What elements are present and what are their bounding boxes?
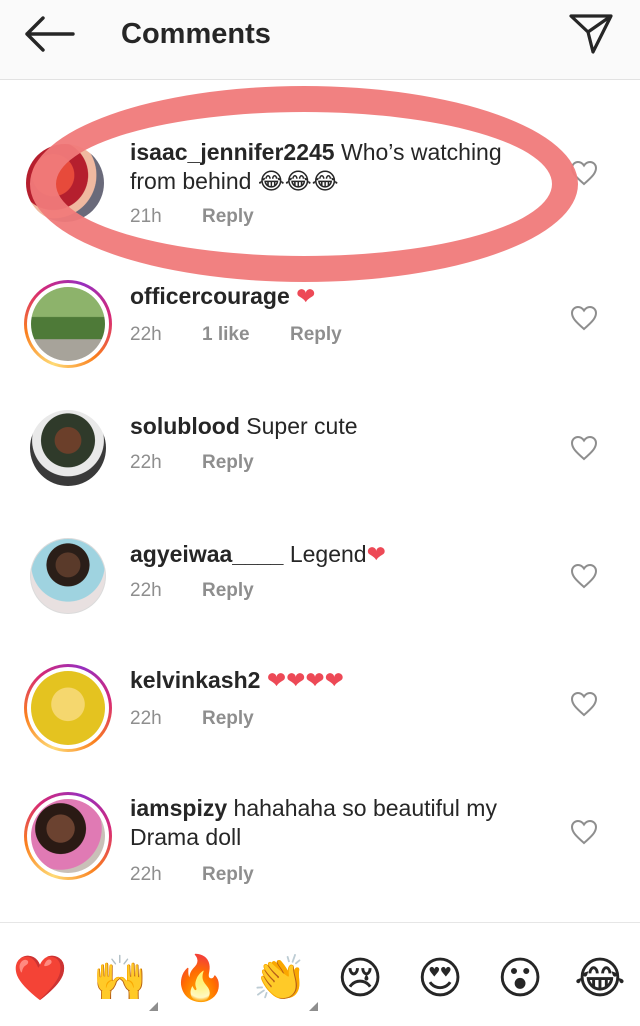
comment-body: Super cute <box>246 413 358 439</box>
comment-body: ❤ <box>296 283 316 309</box>
reply-button[interactable]: Reply <box>202 864 254 886</box>
comment-text: kelvinkash2 ❤❤❤❤ <box>130 666 530 695</box>
comment-username[interactable]: kelvinkash2 <box>130 667 260 693</box>
comment-item: agyeiwaa____ Legend❤ 22h Reply <box>0 536 640 636</box>
like-heart-icon[interactable] <box>568 689 600 719</box>
like-heart-icon[interactable] <box>568 561 600 591</box>
comment-username[interactable]: solublood <box>130 413 240 439</box>
like-count[interactable]: 1 like <box>202 324 290 346</box>
avatar[interactable] <box>30 410 106 486</box>
clapping-hands-emoji-glyph: 👏 <box>252 953 308 1004</box>
heart-emoji[interactable]: ❤️ <box>12 951 68 1007</box>
comment-time: 22h <box>130 708 162 729</box>
emoji-reaction-bar: ❤️ 🙌 🔥 👏 😢 😍 😮 😂 <box>0 922 640 1026</box>
avatar[interactable] <box>24 792 112 880</box>
comment-username[interactable]: agyeiwaa____ <box>130 541 283 567</box>
comment-time: 22h <box>130 864 162 885</box>
comment-time: 22h <box>130 324 162 345</box>
comment-item: officercourage ❤ 22h 1 like Reply <box>0 278 640 378</box>
clapping-hands-emoji[interactable]: 👏 <box>252 951 318 1011</box>
comment-username[interactable]: officercourage <box>130 283 290 309</box>
reply-button[interactable]: Reply <box>202 452 254 474</box>
comment-text: iamspizy hahahaha so beautiful my Drama … <box>130 794 530 852</box>
surprised-face-emoji[interactable]: 😮 <box>492 951 548 1007</box>
reply-button[interactable]: Reply <box>202 206 254 228</box>
back-arrow-icon[interactable] <box>22 14 76 54</box>
comment-username[interactable]: isaac_jennifer2245 <box>130 139 335 165</box>
avatar[interactable] <box>26 144 104 222</box>
comment-item: isaac_jennifer2245 Who’s watching from b… <box>0 138 640 250</box>
raised-hands-emoji-glyph: 🙌 <box>92 953 148 1004</box>
like-heart-icon[interactable] <box>568 303 600 333</box>
comment-meta: 21h Reply <box>130 206 254 228</box>
direct-send-icon[interactable] <box>566 12 616 56</box>
crying-face-emoji[interactable]: 😢 <box>332 951 388 1007</box>
comment-meta: 22h 1 like Reply <box>130 324 342 346</box>
like-heart-icon[interactable] <box>568 817 600 847</box>
comment-text: officercourage ❤ <box>130 282 530 311</box>
comment-meta: 22h Reply <box>130 580 254 602</box>
comment-meta: 22h Reply <box>130 864 254 886</box>
like-heart-icon[interactable] <box>568 433 600 463</box>
comment-meta: 22h Reply <box>130 452 254 474</box>
comment-item: solublood Super cute 22h Reply <box>0 408 640 508</box>
comment-time: 22h <box>130 452 162 473</box>
reply-button[interactable]: Reply <box>202 580 254 602</box>
comment-username[interactable]: iamspizy <box>130 795 227 821</box>
comment-text: isaac_jennifer2245 Who’s watching from b… <box>130 138 530 196</box>
comment-text: solublood Super cute <box>130 412 530 441</box>
reply-button[interactable]: Reply <box>202 708 254 730</box>
tears-of-joy-emoji[interactable]: 😂 <box>572 951 628 1007</box>
comment-time: 22h <box>130 580 162 601</box>
like-heart-icon[interactable] <box>568 158 600 188</box>
avatar[interactable] <box>24 664 112 752</box>
reply-button[interactable]: Reply <box>290 324 342 346</box>
page-title: Comments <box>121 18 271 50</box>
comment-item: iamspizy hahahaha so beautiful my Drama … <box>0 792 640 902</box>
comment-body: Legend❤ <box>289 541 386 567</box>
avatar[interactable] <box>24 280 112 368</box>
comment-body: ❤❤❤❤ <box>266 667 344 693</box>
comment-time: 21h <box>130 206 162 227</box>
top-bar: Comments <box>0 0 640 80</box>
comment-meta: 22h Reply <box>130 708 254 730</box>
comment-text: agyeiwaa____ Legend❤ <box>130 540 530 569</box>
avatar[interactable] <box>30 538 106 614</box>
fire-emoji[interactable]: 🔥 <box>172 951 228 1007</box>
raised-hands-emoji[interactable]: 🙌 <box>92 951 158 1011</box>
heart-eyes-emoji[interactable]: 😍 <box>412 951 468 1007</box>
comment-item: kelvinkash2 ❤❤❤❤ 22h Reply <box>0 664 640 764</box>
